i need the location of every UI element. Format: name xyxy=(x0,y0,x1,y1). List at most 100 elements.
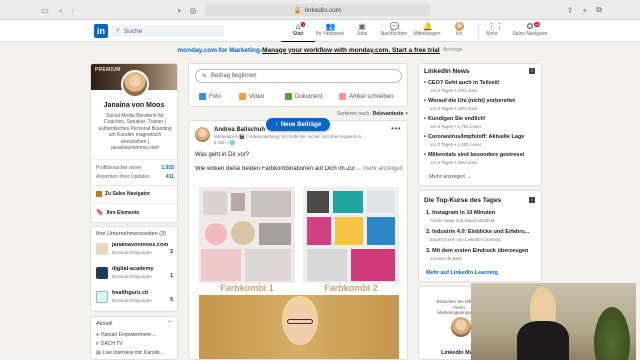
webcam-person-body xyxy=(517,321,569,360)
info-icon[interactable]: i xyxy=(529,68,535,74)
arrow-up-icon: ↑ xyxy=(274,121,278,128)
search-icon: ⌕ xyxy=(116,27,120,34)
collage-tile xyxy=(367,191,395,213)
collage-tile xyxy=(351,249,395,281)
start-post-input[interactable]: ✎ Beitrag beginnen xyxy=(195,69,402,83)
stat-value: 411 xyxy=(165,174,174,180)
collage-tile xyxy=(307,191,329,213)
ad-tag: Anzeige xyxy=(442,47,463,53)
recent-item[interactable]: # DACH TV xyxy=(96,341,123,347)
nav-sales-navigator-label: Sales Navigator xyxy=(512,31,548,37)
see-more-link[interactable]: ... mehr anzeigen xyxy=(357,166,403,172)
company-item[interactable]: digital-academy Benachrichtigungen 1 xyxy=(96,265,176,283)
nav-more-label: Mehr xyxy=(486,31,498,37)
company-item[interactable]: healthguru.ch Benachrichtigungen 5 xyxy=(96,289,176,307)
photo-icon xyxy=(199,93,206,100)
company-sub: Benachrichtigungen xyxy=(112,250,152,255)
presenter-head xyxy=(285,305,315,345)
address-bar[interactable]: 🔒 linkedin.com xyxy=(205,4,430,16)
more-options-icon[interactable]: ••• xyxy=(391,124,401,133)
sort-bar[interactable]: Sortieren nach: Relevanteste ▾ xyxy=(300,111,408,117)
recent-label: DACH TV xyxy=(100,341,123,347)
recent-item[interactable]: ● Human Empowerment ... xyxy=(96,332,156,338)
recent-label: Human Empowerment ... xyxy=(101,332,157,338)
nav-sales-navigator[interactable]: ✪ 99 Sales Navigator xyxy=(508,22,552,42)
recent-card: Aktuell ⌃ ● Human Empowerment ... # DACH T… xyxy=(90,316,178,360)
company-logo xyxy=(96,291,108,303)
grid-icon: ⋮⋮ xyxy=(487,22,504,31)
ad-banner[interactable]: monday.com for Marketing - Manage your w… xyxy=(0,43,640,57)
new-posts-button[interactable]: ↑ Neue Beiträge xyxy=(266,118,330,131)
profile-avatar[interactable] xyxy=(121,70,149,98)
learning-link[interactable]: Mehr auf LinkedIn Learning xyxy=(426,270,498,276)
news-item[interactable]: • Coronavirus/Impfstoff: Aktuelle Lage vo… xyxy=(424,134,540,147)
write-article-button[interactable]: Artikel schreiben xyxy=(339,93,393,100)
sales-nav-icon xyxy=(96,191,102,197)
bullet-icon: • xyxy=(424,134,426,140)
nav-network-label: Ihr Netzwerk xyxy=(315,31,345,37)
author-avatar[interactable] xyxy=(195,127,210,142)
recent-item[interactable]: ▤ Live Interview mit: Karolin... xyxy=(96,350,164,356)
forward-icon[interactable]: › xyxy=(68,5,78,15)
extension-icon[interactable]: ◎ xyxy=(188,5,198,15)
share-icon[interactable]: ⇧ xyxy=(565,5,575,15)
new-tab-icon[interactable]: + xyxy=(580,5,590,15)
collage-tile xyxy=(245,249,291,281)
video-button[interactable]: Video xyxy=(239,93,264,100)
caption-left: Farbkombi 1 xyxy=(220,283,274,293)
news-show-more[interactable]: Mehr anzeigen ⌄ xyxy=(429,174,472,180)
course-item[interactable]: 2. Industrie 4.0: Einblicke und Erfahru.… xyxy=(426,229,540,242)
post-image-right[interactable] xyxy=(303,187,399,283)
profile-headline: Social Media Beraterin für Coaches, Spea… xyxy=(98,113,172,152)
photo-button[interactable]: Foto xyxy=(199,93,221,100)
course-item[interactable]: 1. Instagram in 10 Minuten Achim Hepp un… xyxy=(426,210,540,223)
sales-navigator-link[interactable]: Zu Sales Navigator xyxy=(96,191,150,197)
company-item[interactable]: janainavonmoos.com Benachrichtigungen 2 xyxy=(96,241,176,259)
bullet-icon: • xyxy=(424,116,426,122)
news-headline: Worauf die Uni (nicht) vorbereitet xyxy=(427,98,515,104)
news-item[interactable]: • Worauf die Uni (nicht) vorbereitet vor … xyxy=(424,98,540,111)
chevron-up-icon[interactable]: ⌃ xyxy=(167,320,172,327)
ad-brand[interactable]: monday.com for Marketing xyxy=(177,47,260,54)
post-text-content: Wie wirken diese beiden Farbkombinatione… xyxy=(195,166,355,172)
stat-row-visitors[interactable]: Profilbesucher:innen 1.025 xyxy=(96,165,174,171)
bookmark-icon: 🔖 xyxy=(96,210,104,216)
stat-row-updates[interactable]: Ansichten Ihrer Updates 411 xyxy=(96,174,174,180)
document-button[interactable]: Dokument xyxy=(285,93,322,100)
shield-icon[interactable]: ◐ xyxy=(175,5,185,15)
bullet-icon: • xyxy=(424,80,426,86)
info-icon[interactable]: i xyxy=(529,197,535,203)
nav-jobs-label: Jobs xyxy=(356,31,368,37)
nav-jobs[interactable]: ▣ Jobs xyxy=(345,22,379,42)
profile-name[interactable]: Janaina von Moos xyxy=(91,102,177,109)
course-item[interactable]: 3. Mit dem ersten Eindruck überzeugen Yv… xyxy=(426,248,540,261)
nav-start-label: Start xyxy=(292,31,304,37)
ad-message[interactable]: Manage your workflow with monday.com. St… xyxy=(262,47,440,54)
post-video-frame[interactable] xyxy=(199,295,399,359)
news-item[interactable]: • Millennials sind besonders gestresst vo… xyxy=(424,152,540,165)
nav-notifications[interactable]: 🔔 Mitteilungen xyxy=(410,22,444,42)
my-items-link[interactable]: 🔖 Ihre Elemente xyxy=(96,209,139,217)
sort-value[interactable]: Relevanteste xyxy=(373,111,404,117)
nav-messages[interactable]: 💬 Nachrichten xyxy=(377,22,411,42)
caption-right: Farbkombi 2 xyxy=(324,283,378,293)
sort-label: Sortieren nach: xyxy=(336,111,371,117)
news-item[interactable]: • Kündigen Sie endlich! vor 9 Tagen • 1.7… xyxy=(424,116,540,129)
post-image-left[interactable] xyxy=(199,187,295,283)
company-logo xyxy=(96,243,108,255)
company-sub: Benachrichtigungen xyxy=(112,274,152,279)
news-meta: vor 2 Tagen • 1.000 Leser xyxy=(430,142,482,147)
news-item[interactable]: • CEO? Geht auch in Teilzeit! vor 5 Tagen… xyxy=(424,80,540,93)
tabs-overview-icon[interactable]: ⧉ xyxy=(594,5,604,15)
course-title: 1. Instagram in 10 Minuten xyxy=(426,210,496,216)
back-icon[interactable]: ‹ xyxy=(56,5,66,15)
divider xyxy=(91,203,177,204)
linkedin-logo[interactable]: in xyxy=(94,24,108,38)
nav-me[interactable]: Ich xyxy=(442,22,476,42)
sidebar-toggle-icon[interactable]: ▭ xyxy=(40,5,50,15)
nav-network[interactable]: 👥 Ihr Netzwerk xyxy=(313,22,347,42)
nav-more[interactable]: ⋮⋮ Mehr xyxy=(475,22,509,42)
document-icon xyxy=(285,93,292,100)
nav-start[interactable]: ⌂ 1 Start xyxy=(281,22,315,42)
search-input[interactable]: ⌕ Suche xyxy=(112,25,224,37)
